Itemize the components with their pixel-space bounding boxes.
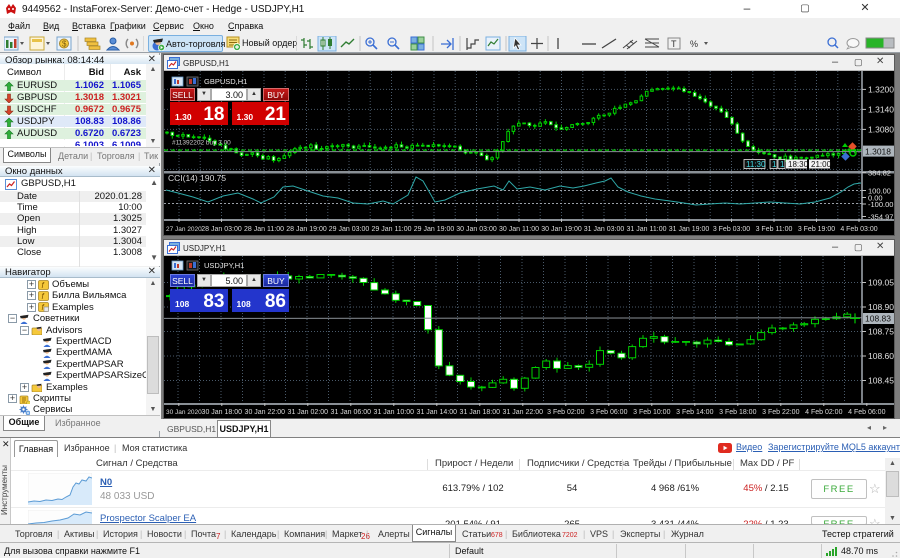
svg-text:31 Jan 11:00: 31 Jan 11:00	[627, 226, 667, 233]
svg-text:18:30: 18:30	[788, 160, 809, 169]
svg-text:1.3080: 1.3080	[868, 124, 894, 134]
svg-text:3 Feb 03:00: 3 Feb 03:00	[713, 226, 750, 233]
svg-text:384.82: 384.82	[868, 169, 891, 178]
svg-text:4 Feb 06:00: 4 Feb 06:00	[848, 409, 885, 416]
svg-text:3 Feb 18:00: 3 Feb 18:00	[719, 409, 756, 416]
svg-text:30 Jan 2020: 30 Jan 2020	[166, 409, 202, 416]
svg-text:1.3018: 1.3018	[865, 146, 891, 156]
svg-text:29 Jan 19:00: 29 Jan 19:00	[414, 226, 455, 233]
svg-text:3 Feb 06:00: 3 Feb 06:00	[590, 409, 627, 416]
svg-text:31 Jan 18:00: 31 Jan 18:00	[460, 409, 501, 416]
svg-text:3 Feb 11:00: 3 Feb 11:00	[756, 226, 793, 233]
svg-text:108.60: 108.60	[868, 351, 894, 361]
svg-text:30 Jan 19:00: 30 Jan 19:00	[541, 226, 582, 233]
svg-text:31 Jan 03:00: 31 Jan 03:00	[584, 226, 625, 233]
svg-text:$: $	[62, 40, 67, 49]
svg-text:GBPUSD,H1: GBPUSD,H1	[204, 77, 247, 86]
svg-text:28 Jan 19:00: 28 Jan 19:00	[286, 226, 327, 233]
svg-text:30 Jan 18:00: 30 Jan 18:00	[202, 409, 243, 416]
svg-text:1: 1	[780, 160, 785, 169]
svg-text:30 Jan 11:00: 30 Jan 11:00	[499, 226, 539, 233]
svg-text:1.3200: 1.3200	[868, 84, 894, 94]
svg-text:21:00: 21:00	[811, 160, 832, 169]
svg-text:29 Jan 11:00: 29 Jan 11:00	[372, 226, 412, 233]
svg-text:28 Jan 11:00: 28 Jan 11:00	[244, 226, 284, 233]
svg-text:3 Feb 19:00: 3 Feb 19:00	[798, 226, 835, 233]
svg-text:31 Jan 02:00: 31 Jan 02:00	[288, 409, 329, 416]
svg-text:109.05: 109.05	[868, 278, 894, 288]
svg-text:3 Feb 10:00: 3 Feb 10:00	[633, 409, 670, 416]
svg-text:31 Jan 06:00: 31 Jan 06:00	[331, 409, 372, 416]
svg-text:28 Jan 03:00: 28 Jan 03:00	[201, 226, 242, 233]
svg-text:-354.97: -354.97	[868, 213, 893, 222]
svg-text:T: T	[671, 39, 677, 49]
svg-text:30 Jan 03:00: 30 Jan 03:00	[456, 226, 497, 233]
svg-text:3 Feb 22:00: 3 Feb 22:00	[762, 409, 799, 416]
svg-text:108.75: 108.75	[868, 327, 894, 337]
svg-text:108.90: 108.90	[868, 302, 894, 312]
svg-text:3 Feb 02:00: 3 Feb 02:00	[547, 409, 584, 416]
svg-text:31 Jan 22:00: 31 Jan 22:00	[503, 409, 544, 416]
svg-text:108.83: 108.83	[865, 314, 891, 324]
svg-text:31 Jan 14:00: 31 Jan 14:00	[417, 409, 458, 416]
svg-text:4 Feb 02:00: 4 Feb 02:00	[805, 409, 842, 416]
svg-text:%: %	[690, 39, 698, 49]
svg-text:108.45: 108.45	[868, 376, 894, 386]
svg-text:27 Jan 2020: 27 Jan 2020	[166, 226, 202, 233]
svg-text:CCI(14) 190.75: CCI(14) 190.75	[168, 173, 226, 183]
svg-text:31 Jan 19:00: 31 Jan 19:00	[669, 226, 710, 233]
svg-text:#11392202 buy 3.00: #11392202 buy 3.00	[172, 140, 231, 147]
svg-text:30 Jan 22:00: 30 Jan 22:00	[245, 409, 286, 416]
svg-text:29 Jan 03:00: 29 Jan 03:00	[329, 226, 370, 233]
svg-text:11:30: 11:30	[746, 160, 766, 169]
svg-text:USDJPY,H1: USDJPY,H1	[204, 261, 244, 270]
svg-text:4 Feb 03:00: 4 Feb 03:00	[840, 226, 877, 233]
svg-text:-100.00: -100.00	[868, 200, 893, 209]
svg-text:3 Feb 14:00: 3 Feb 14:00	[676, 409, 713, 416]
svg-text:1: 1	[772, 160, 777, 169]
svg-text:1.3140: 1.3140	[868, 104, 894, 114]
svg-text:31 Jan 10:00: 31 Jan 10:00	[374, 409, 415, 416]
